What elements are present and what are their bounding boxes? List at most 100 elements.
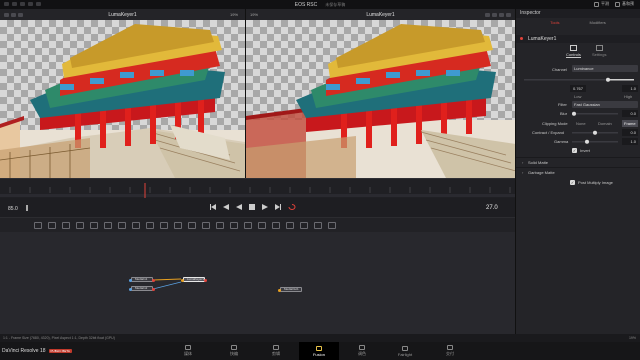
color-correct-tool-icon[interactable] <box>104 221 112 229</box>
page-tab-cut[interactable]: 快编 <box>214 342 254 360</box>
stop-icon[interactable] <box>249 204 255 210</box>
node-mediaout1[interactable]: MediaOut1 <box>278 287 302 292</box>
page-tab-fusion[interactable]: Fusion <box>299 342 339 360</box>
nodes-icon[interactable] <box>20 2 25 6</box>
deliver-icon <box>447 345 453 350</box>
fx-toggle-button[interactable]: 平测 <box>594 1 609 7</box>
channel-booleans-tool-icon[interactable] <box>118 221 126 229</box>
rectangle-mask-icon[interactable] <box>244 221 252 229</box>
timeline-ruler[interactable] <box>0 178 515 199</box>
blur-value-field[interactable]: 0.0 <box>622 110 638 117</box>
shape3d-tool-icon[interactable] <box>272 221 280 229</box>
ellipse-mask-icon[interactable] <box>230 221 238 229</box>
low-value-field[interactable]: 0.767 <box>570 85 586 92</box>
page-tab-media[interactable]: 媒体 <box>168 342 208 360</box>
play-reverse-icon[interactable] <box>236 204 242 210</box>
inspector-toggle-button[interactable]: 基和预 <box>615 1 634 7</box>
left-viewer[interactable] <box>0 20 245 178</box>
media-pool-icon[interactable] <box>4 2 9 6</box>
page-tab-color[interactable]: 调色 <box>342 342 382 360</box>
particle-tool-icon[interactable] <box>258 221 266 229</box>
contract-slider[interactable] <box>572 130 618 136</box>
gamma-slider[interactable] <box>572 139 618 145</box>
resize-tool-icon[interactable] <box>188 221 196 229</box>
clipping-frame-button[interactable]: Frame <box>622 120 638 127</box>
tool-enable-icon[interactable] <box>520 37 523 40</box>
channel-select[interactable]: Luminance <box>572 65 638 72</box>
merge3d-tool-icon[interactable] <box>328 221 336 229</box>
blur-slider[interactable] <box>572 111 618 117</box>
output-port[interactable] <box>152 279 155 282</box>
inspector-tabs: Tools Modifiers <box>516 18 640 27</box>
saver-tool-icon[interactable] <box>160 221 168 229</box>
effects-icon[interactable] <box>12 2 17 6</box>
tool-header[interactable]: LumaKeyer1 <box>516 35 640 43</box>
loop-icon[interactable] <box>288 204 296 210</box>
gamma-value-field[interactable]: 1.0 <box>622 138 638 145</box>
step-back-icon[interactable] <box>223 204 229 210</box>
page-tab-fairlight[interactable]: Fairlight <box>385 342 425 360</box>
subtab-controls[interactable]: Controls <box>566 52 581 58</box>
page-tab-label: 交付 <box>446 351 454 356</box>
page-tab-label: 调色 <box>358 351 366 356</box>
background-tool-icon[interactable] <box>34 221 42 229</box>
page-tab-deliver[interactable]: 交付 <box>430 342 470 360</box>
subtab-settings[interactable]: Settings <box>592 52 606 57</box>
node-mediain2-label: MediaIn2 <box>135 286 148 290</box>
merge-tool-icon[interactable] <box>76 221 84 229</box>
post-multiply-row: ✓ Post Multiply Image <box>516 179 640 187</box>
output-port[interactable] <box>204 279 207 282</box>
high-value-field[interactable]: 1.0 <box>622 85 638 92</box>
node-mediaout1-label: MediaOut1 <box>284 287 299 291</box>
clipping-none-button[interactable]: None <box>576 121 586 126</box>
go-to-end-icon[interactable] <box>275 204 281 210</box>
invert-checkbox[interactable]: ✓ <box>572 148 577 153</box>
loader-tool-icon[interactable] <box>146 221 154 229</box>
node-mediain1[interactable]: MediaIn1 <box>129 277 155 282</box>
contract-value-field[interactable]: 0.0 <box>622 129 638 136</box>
spline-icon[interactable] <box>28 2 33 6</box>
light3d-tool-icon[interactable] <box>300 221 308 229</box>
blur-tool-icon[interactable] <box>90 221 98 229</box>
page-tab-label: 快编 <box>230 351 238 356</box>
viewer-guides-icon[interactable] <box>492 12 497 17</box>
node-editor[interactable]: MediaIn1 MediaIn2 LumaKeyer1 MediaOut1 <box>0 232 515 334</box>
input-port[interactable] <box>129 279 132 282</box>
post-multiply-checkbox[interactable]: ✓ <box>570 180 575 185</box>
right-viewer[interactable] <box>245 20 515 178</box>
viewer-roi-icon[interactable] <box>485 12 490 17</box>
camera3d-tool-icon[interactable] <box>286 221 294 229</box>
input-port[interactable] <box>278 289 281 292</box>
garbage-matte-section[interactable]: › Garbage Matte <box>516 167 640 176</box>
output-port[interactable] <box>152 288 155 291</box>
tab-modifiers[interactable]: Modifiers <box>590 20 606 25</box>
bspline-mask-icon[interactable] <box>216 221 224 229</box>
clipping-domain-button[interactable]: Domain <box>598 121 612 126</box>
page-tab-edit[interactable]: 剪辑 <box>256 342 296 360</box>
solid-matte-section[interactable]: › Solid Matte <box>516 157 640 166</box>
input-port[interactable] <box>181 279 184 282</box>
paint-tool-icon[interactable] <box>48 221 56 229</box>
text-tool-icon[interactable] <box>62 221 70 229</box>
viewer-channel-icon[interactable] <box>499 12 504 17</box>
range-slider-track <box>524 77 634 82</box>
keyframes-icon[interactable] <box>36 2 41 6</box>
polygon-mask-icon[interactable] <box>202 221 210 229</box>
render-start-frame[interactable]: 85.0 <box>8 206 18 212</box>
viewer-more-icon[interactable] <box>506 12 511 17</box>
node-mediain2[interactable]: MediaIn2 <box>129 286 155 291</box>
tab-tools[interactable]: Tools <box>550 20 559 25</box>
go-to-start-icon[interactable] <box>210 204 216 210</box>
left-viewer-zoom[interactable]: 19% <box>230 12 238 17</box>
transform-tool-icon[interactable] <box>174 221 182 229</box>
input-port[interactable] <box>129 288 132 291</box>
node-lumakeyer1[interactable]: LumaKeyer1 <box>181 277 207 282</box>
range-slider[interactable] <box>516 75 640 85</box>
speaker-icon[interactable] <box>26 205 32 211</box>
renderer3d-tool-icon[interactable] <box>314 221 322 229</box>
matte-control-tool-icon[interactable] <box>132 221 140 229</box>
filter-select[interactable]: Fast Gaussian <box>572 101 638 108</box>
channel-label: Channel <box>552 67 567 72</box>
play-icon[interactable] <box>262 204 268 210</box>
current-frame[interactable]: 27.0 <box>486 205 498 211</box>
